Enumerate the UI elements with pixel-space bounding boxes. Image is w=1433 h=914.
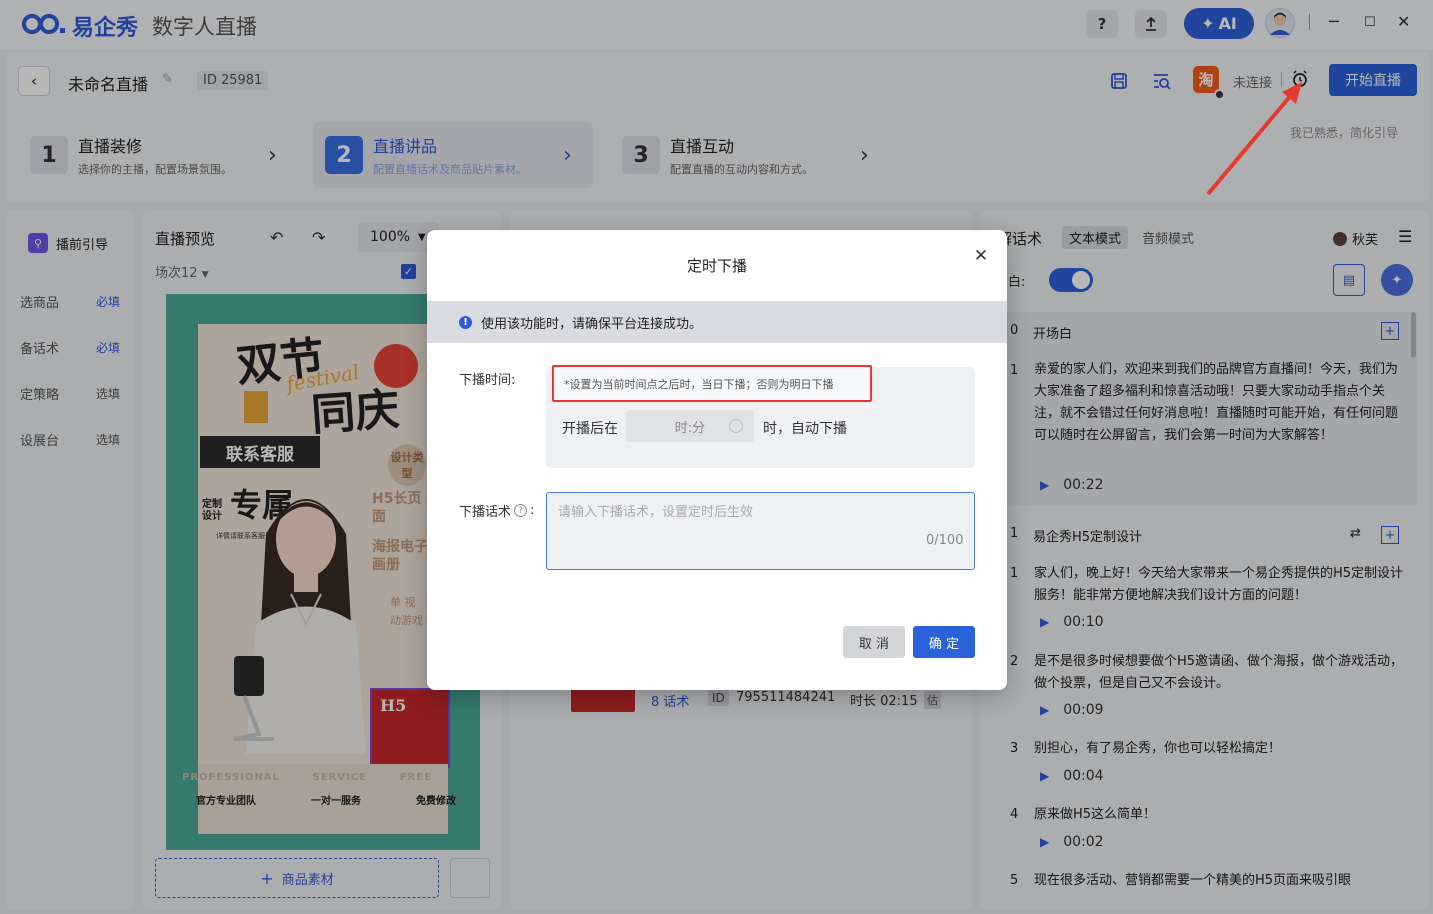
stop-time-label: 下播时间: bbox=[459, 373, 516, 388]
close-icon[interactable]: ✕ bbox=[971, 246, 991, 266]
character-counter: 0/100 bbox=[926, 533, 964, 548]
cancel-button[interactable]: 取 消 bbox=[843, 626, 905, 658]
after-start-suffix: 时，自动下播 bbox=[763, 421, 847, 437]
stop-script-colon: : bbox=[530, 503, 535, 518]
stop-script-label: 下播话术 bbox=[459, 505, 512, 520]
confirm-button[interactable]: 确 定 bbox=[913, 626, 975, 658]
stop-time-hint: *设置为当前时间点之后时，当日下播；否则为明日下播 bbox=[552, 365, 872, 402]
help-circle-icon[interactable]: ? bbox=[514, 504, 528, 517]
stop-script-placeholder: 请输入下播话术，设置定时后生效 bbox=[558, 505, 754, 520]
dialog-title: 定时下播 bbox=[686, 257, 747, 275]
notice-text: 使用该功能时，请确保平台连接成功。 bbox=[481, 316, 703, 332]
stop-script-label-row: 下播话术 ? : bbox=[459, 501, 534, 520]
after-start-prefix: 开播后在 bbox=[562, 421, 618, 437]
annotation-arrow bbox=[1206, 82, 1302, 196]
info-icon: ! bbox=[459, 315, 472, 329]
clock-icon bbox=[729, 419, 743, 433]
scheduled-stop-dialog: 定时下播 ✕ ! 使用该功能时，请确保平台连接成功。 下播时间: *设置为当前时… bbox=[427, 230, 1007, 690]
dialog-notice: ! 使用该功能时，请确保平台连接成功。 bbox=[427, 301, 1007, 343]
